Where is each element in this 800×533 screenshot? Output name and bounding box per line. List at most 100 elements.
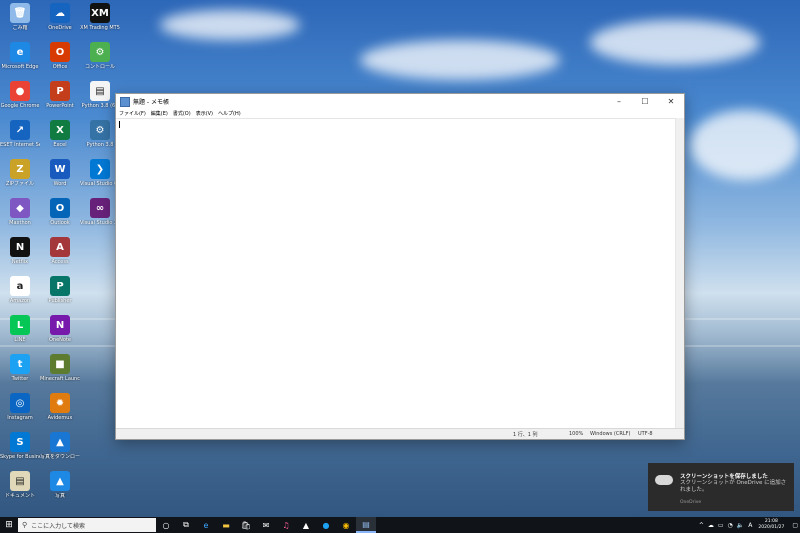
onedrive-cloud-icon	[655, 475, 673, 485]
desktop-shortcut[interactable]: Z ZIPファイル	[0, 159, 40, 187]
control-panel-icon: ⚙	[90, 42, 110, 62]
edge-icon: e	[10, 42, 30, 62]
document-folder-icon: ▤	[10, 471, 30, 491]
edge-icon[interactable]: e	[196, 517, 216, 533]
desktop-shortcut[interactable]: X Excel	[40, 120, 80, 148]
desktop-shortcut[interactable]: O Outlook	[40, 198, 80, 226]
volume-icon[interactable]: 🔈	[737, 522, 744, 529]
twitter-icon: t	[10, 354, 30, 374]
desktop-shortcut-label: ごみ箱	[12, 25, 28, 31]
desktop-shortcut[interactable]: S Skype for Business	[0, 432, 40, 460]
desktop-shortcut-label: Word	[53, 181, 67, 187]
desktop-shortcut[interactable]: ❯ Visual Studio Code	[80, 159, 120, 187]
desktop-shortcut[interactable]: L LINE	[0, 315, 40, 343]
notepad-window[interactable]: 無題 - メモ帳 – ☐ ✕ ファイル(F) 編集(E) 書式(O) 表示(V)…	[115, 93, 685, 440]
desktop-shortcut[interactable]: P Publisher	[40, 276, 80, 304]
desktop-shortcut-label: Skype for Business	[0, 454, 40, 460]
vertical-scrollbar[interactable]	[675, 118, 684, 429]
desktop-shortcut-label: ドキュメント	[4, 493, 35, 499]
desktop-shortcut[interactable]: ▤ Python 3.8 (64	[80, 81, 120, 109]
desktop-shortcut[interactable]: P PowerPoint	[40, 81, 80, 109]
desktop-shortcut[interactable]: N OneNote	[40, 315, 80, 343]
itunes-icon[interactable]: ♫	[276, 517, 296, 533]
menu-format[interactable]: 書式(O)	[173, 110, 191, 117]
task-view-icon[interactable]: ⧉	[176, 517, 196, 533]
photo-download-icon: ▲	[50, 432, 70, 452]
chrome-icon[interactable]: ◉	[336, 517, 356, 533]
search-placeholder: ここに入力して検索	[31, 522, 85, 530]
xm-trading-icon: XM	[90, 3, 110, 23]
onedrive-notification[interactable]: スクリーンショットを保存しました スクリーンショットが OneDrive に追加…	[648, 463, 794, 511]
desktop-shortcut[interactable]: ● Google Chrome	[0, 81, 40, 109]
menu-view[interactable]: 表示(V)	[196, 110, 213, 117]
desktop-shortcut-label: Maxthon	[9, 220, 31, 226]
desktop-shortcut[interactable]: ■ Minecraft Launcher	[40, 354, 80, 382]
clock[interactable]: 21:08 2020/01/27	[758, 519, 784, 531]
onedrive-tray-icon[interactable]: ☁	[708, 522, 714, 529]
file-explorer-icon[interactable]: ▬	[216, 517, 236, 533]
desktop-shortcut[interactable]: ◆ Maxthon	[0, 198, 40, 226]
taskbar-search[interactable]: ⚲ ここに入力して検索	[18, 518, 156, 532]
minecraft-icon: ■	[50, 354, 70, 374]
desktop-shortcut-label: Python 3.8	[86, 142, 114, 148]
line-ending: Windows (CRLF)	[590, 431, 631, 437]
start-button[interactable]: ⊞	[0, 517, 18, 533]
desktop-shortcut[interactable]: e Microsoft Edge	[0, 42, 40, 70]
desktop-shortcut[interactable]: a Amazon	[0, 276, 40, 304]
desktop-shortcut[interactable]: ∞ Visual Studio 2019	[80, 198, 120, 226]
desktop-shortcut[interactable]: N Netflix	[0, 237, 40, 265]
notification-center-icon[interactable]: ▢	[792, 522, 798, 529]
desktop-shortcut-label: Google Chrome	[0, 103, 40, 109]
menu-help[interactable]: ヘルプ(H)	[218, 110, 241, 117]
chevron-up-icon[interactable]: ^	[699, 522, 704, 529]
desktop-shortcut[interactable]: ◎ Instagram	[0, 393, 40, 421]
desktop-shortcut[interactable]: t Twitter	[0, 354, 40, 382]
battery-icon[interactable]: ▭	[718, 522, 724, 529]
desktop-shortcut[interactable]: ↗ ESET Internet Securi...	[0, 120, 40, 148]
close-button[interactable]: ✕	[658, 94, 684, 109]
desktop-shortcut[interactable]: ▲ 写真をダウンロード	[40, 432, 80, 460]
desktop-shortcut-label: Visual Studio 2019	[80, 220, 120, 226]
system-tray: ^ ☁ ▭ ◔ 🔈 A 21:08 2020/01/27 ▢	[697, 517, 800, 533]
desktop-shortcut[interactable]: W Word	[40, 159, 80, 187]
desktop-shortcut[interactable]: ⚙ コントロール	[80, 42, 120, 70]
desktop-shortcut-label: ESET Internet Securi...	[0, 142, 40, 148]
desktop-shortcut-label: OneDrive	[48, 25, 72, 31]
text-caret	[119, 121, 120, 128]
menu-file[interactable]: ファイル(F)	[119, 110, 146, 117]
desktop-shortcut-label: Instagram	[7, 415, 33, 421]
desktop-shortcut-label: Netflix	[11, 259, 29, 265]
cursor-position: 1 行、1 列	[513, 432, 538, 438]
mail-icon[interactable]: ✉	[256, 517, 276, 533]
vscode-icon: ❯	[90, 159, 110, 179]
text-editor[interactable]	[116, 118, 676, 429]
desktop-shortcut[interactable]: ⚙ Python 3.8	[80, 120, 120, 148]
desktop-shortcut[interactable]: O Office	[40, 42, 80, 70]
cortana-icon[interactable]: ○	[156, 517, 176, 533]
desktop-shortcut[interactable]: ▤ ドキュメント	[0, 471, 40, 499]
network-icon[interactable]: ◔	[728, 522, 733, 529]
desktop-shortcut[interactable]: XM XM Trading MT5	[80, 3, 120, 31]
maxthon-icon: ◆	[10, 198, 30, 218]
ime-indicator[interactable]: A	[748, 522, 752, 529]
photos-icon[interactable]: ▲	[296, 517, 316, 533]
word-icon: W	[50, 159, 70, 179]
onenote-icon: N	[50, 315, 70, 335]
desktop-shortcut[interactable]: A Access	[40, 237, 80, 265]
desktop-shortcut[interactable]: ▲ 写真	[40, 471, 80, 499]
menu-edit[interactable]: 編集(E)	[151, 110, 168, 117]
desktop-shortcut[interactable]: ☁ OneDrive	[40, 3, 80, 31]
notepad-taskbar-icon[interactable]: ▤	[356, 517, 376, 533]
excel-icon: X	[50, 120, 70, 140]
desktop-shortcut-label: Office	[52, 64, 68, 70]
minimize-button[interactable]: –	[606, 94, 632, 109]
desktop-shortcut[interactable]: ✹ Avidemux	[40, 393, 80, 421]
desktop-shortcut-label: Excel	[53, 142, 67, 148]
store-icon[interactable]: 🛍	[236, 517, 256, 533]
title-bar[interactable]: 無題 - メモ帳 – ☐ ✕	[116, 94, 684, 109]
twitter-icon[interactable]: ●	[316, 517, 336, 533]
desktop-shortcut[interactable]: 🗑 ごみ箱	[0, 3, 40, 31]
desktop-shortcut-label: Amazon	[9, 298, 31, 304]
maximize-button[interactable]: ☐	[632, 94, 658, 109]
office-icon: O	[50, 42, 70, 62]
